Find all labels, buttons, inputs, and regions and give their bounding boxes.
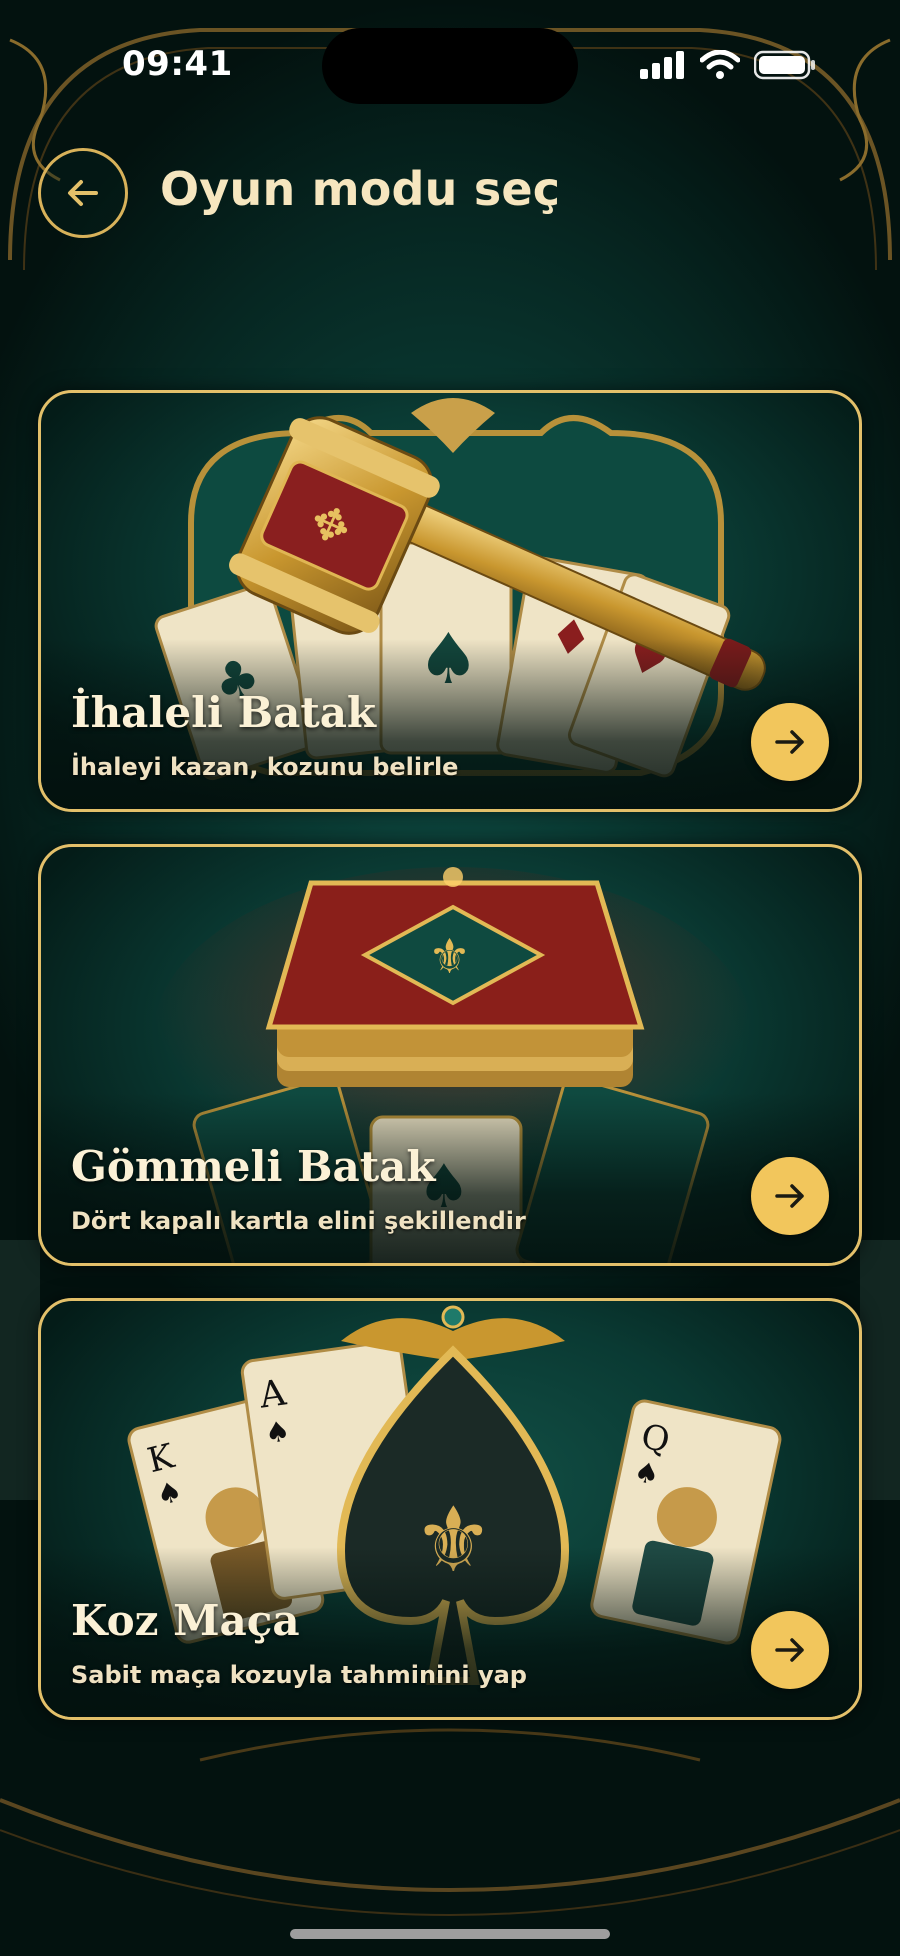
mode-card-gommeli-batak[interactable]: ♠ ⚜ Gömmeli Batak Dört kapalı kartla eli… — [38, 844, 862, 1266]
mode-card-koz-maca[interactable]: K ♠ A ♠ Q ♠ ⚜ Koz Maça Sabit maça kozuyl… — [38, 1298, 862, 1720]
mode-go-button[interactable] — [751, 1157, 829, 1235]
svg-text:⚜: ⚜ — [428, 929, 471, 985]
page-title: Oyun modu seç — [160, 162, 561, 216]
cellular-signal-icon — [640, 51, 684, 79]
svg-text:♠: ♠ — [263, 1414, 292, 1450]
arrow-right-icon — [775, 1638, 804, 1662]
mode-subtitle: Sabit maça kozuyla tahminini yap — [71, 1661, 527, 1689]
back-button[interactable] — [38, 148, 128, 238]
wifi-icon — [700, 50, 740, 79]
arrow-left-icon — [68, 180, 98, 206]
arrow-right-icon — [775, 730, 804, 754]
mode-go-button[interactable] — [751, 1611, 829, 1689]
mode-go-button[interactable] — [751, 703, 829, 781]
mode-title: Gömmeli Batak — [71, 1142, 436, 1191]
status-bar: 09:41 — [0, 0, 900, 130]
mode-title: Koz Maça — [71, 1596, 300, 1645]
home-indicator[interactable] — [290, 1929, 610, 1939]
mode-title: İhaleli Batak — [71, 688, 377, 737]
mode-subtitle: Dört kapalı kartla elini şekillendir — [71, 1207, 526, 1235]
mode-card-ihaleli-batak[interactable]: ♣ ♠ ♦ ♥ ✥ — [38, 390, 862, 812]
dynamic-island — [322, 28, 578, 104]
mode-subtitle: İhaleyi kazan, kozunu belirle — [71, 753, 459, 781]
arrow-right-icon — [775, 1184, 804, 1208]
status-icons — [640, 50, 816, 80]
game-mode-screen: 09:41 Oyun modu seç ✥ İhaleli Batak İhal… — [0, 0, 900, 1956]
battery-icon — [754, 50, 815, 80]
status-time: 09:41 — [122, 44, 233, 84]
